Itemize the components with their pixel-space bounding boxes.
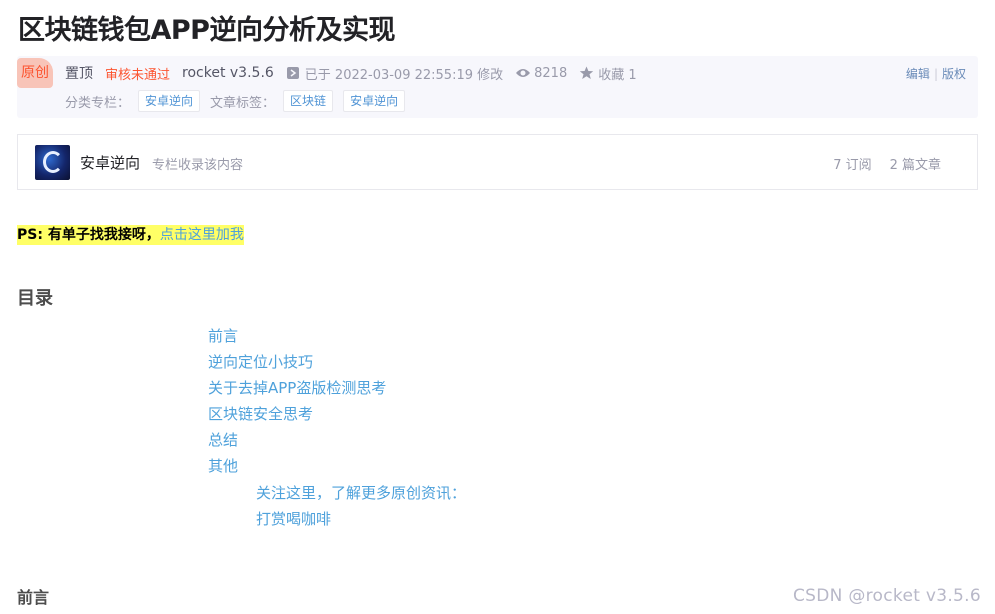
meta-actions: 编辑 | 版权	[906, 65, 966, 82]
toc-item[interactable]: 前言	[208, 325, 238, 346]
toc-item[interactable]: 区块链安全思考	[208, 403, 313, 424]
copyright-link[interactable]: 版权	[942, 67, 966, 81]
article-meta: 原创 置顶 审核未通过 rocket v3.5.6 已于 2022-03-09 …	[17, 56, 978, 118]
toc-heading: 目录	[17, 288, 53, 309]
toc-item[interactable]: 逆向定位小技巧	[208, 351, 313, 372]
eye-icon	[515, 66, 531, 80]
audit-status: 审核未通过	[105, 67, 171, 83]
tags-label: 文章标签：	[210, 95, 276, 111]
meta-info-row: 置顶 审核未通过 rocket v3.5.6 已于 2022-03-09 22:…	[65, 63, 637, 83]
category-label: 分类专栏：	[65, 95, 131, 111]
column-card[interactable]: 安卓逆向 专栏收录该内容 7 订阅 2 篇文章	[17, 134, 978, 190]
ps-text: PS: 有单子找我接呀，	[17, 227, 160, 243]
column-avatar[interactable]	[35, 145, 70, 180]
ps-notice: PS: 有单子找我接呀，点击这里加我	[17, 225, 244, 245]
toc-item[interactable]: 总结	[208, 429, 238, 450]
section-heading: 前言	[17, 588, 50, 607]
article-tag[interactable]: 区块链	[283, 90, 334, 112]
csdn-watermark: CSDN @rocket v3.5.6	[792, 586, 981, 606]
divider: |	[933, 67, 938, 81]
subscription-count: 7 订阅	[833, 158, 872, 173]
article-count: 2 篇文章	[889, 158, 941, 173]
author-link[interactable]: rocket v3.5.6	[182, 65, 274, 81]
contact-link[interactable]: 点击这里加我	[160, 227, 244, 243]
meta-tags-row: 分类专栏： 安卓逆向 文章标签： 区块链 安卓逆向	[65, 90, 415, 112]
modified-time: 已于 2022-03-09 22:55:19 修改	[304, 67, 504, 83]
toc-item[interactable]: 其他	[208, 455, 238, 476]
toc-subitem[interactable]: 打赏喝咖啡	[256, 508, 331, 529]
clock-icon	[286, 66, 300, 80]
toc-subitem[interactable]: 关注这里，了解更多原创资讯：	[256, 482, 466, 503]
view-count: 8218	[534, 65, 568, 81]
edit-link[interactable]: 编辑	[906, 67, 930, 81]
star-icon[interactable]	[579, 66, 594, 80]
favorite-count[interactable]: 收藏 1	[598, 64, 636, 83]
original-badge: 原创	[17, 58, 53, 88]
article-title: 区块链钱包APP逆向分析及实现	[18, 15, 395, 46]
toc-item[interactable]: 关于去掉APP盗版检测思考	[208, 377, 386, 398]
column-description: 专栏收录该内容	[152, 158, 244, 173]
moon-icon	[43, 151, 63, 173]
column-name[interactable]: 安卓逆向	[80, 152, 140, 173]
pinned-label: 置顶	[65, 66, 93, 82]
category-tag[interactable]: 安卓逆向	[138, 90, 201, 112]
article-tag[interactable]: 安卓逆向	[343, 90, 406, 112]
column-stats: 7 订阅 2 篇文章	[833, 154, 941, 173]
